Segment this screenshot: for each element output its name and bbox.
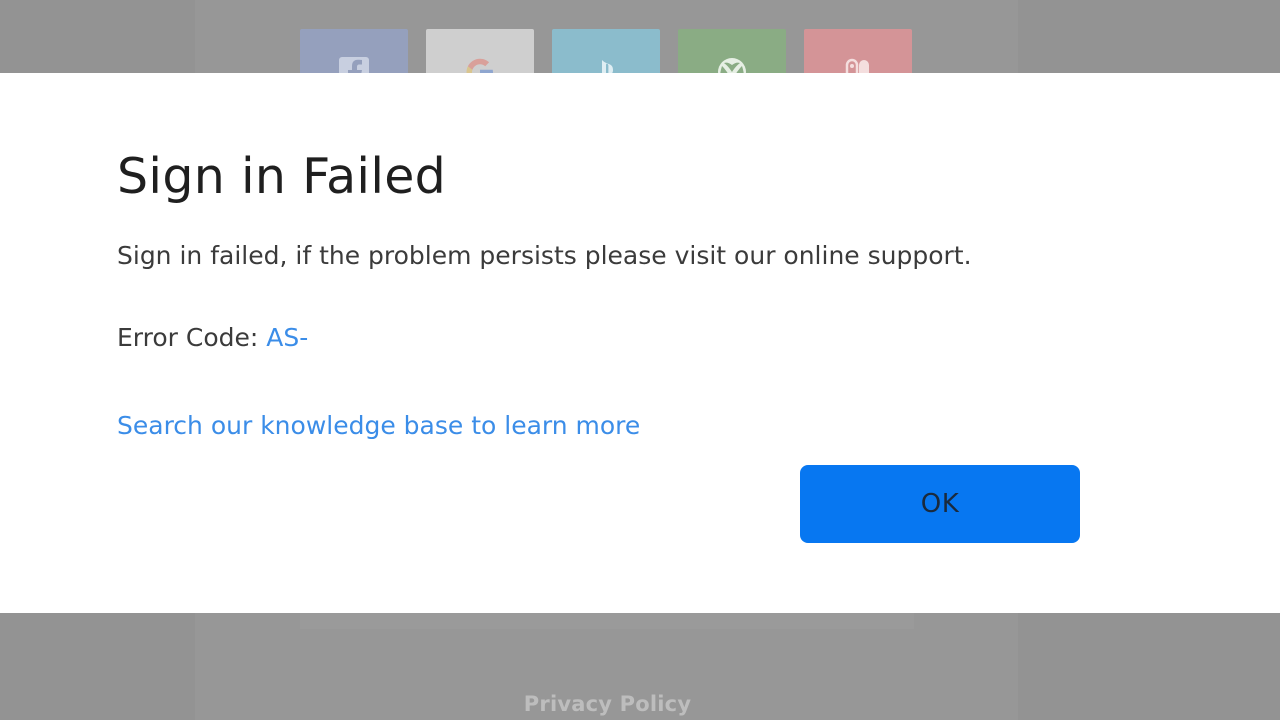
ok-button[interactable]: OK — [800, 465, 1080, 543]
background-divider — [300, 613, 914, 629]
knowledge-base-link[interactable]: Search our knowledge base to learn more — [117, 409, 640, 443]
error-code-value[interactable]: AS- — [266, 323, 308, 352]
dialog-title: Sign in Failed — [117, 148, 447, 205]
dialog-message: Sign in failed, if the problem persists … — [117, 241, 972, 270]
screen: Privacy Policy Sign in Failed Sign in fa… — [0, 0, 1280, 720]
sign-in-failed-dialog: Sign in Failed Sign in failed, if the pr… — [0, 73, 1280, 613]
error-code-line: Error Code: AS- — [117, 321, 308, 355]
error-code-label: Error Code: — [117, 323, 259, 352]
privacy-policy-link[interactable]: Privacy Policy — [0, 692, 1215, 716]
